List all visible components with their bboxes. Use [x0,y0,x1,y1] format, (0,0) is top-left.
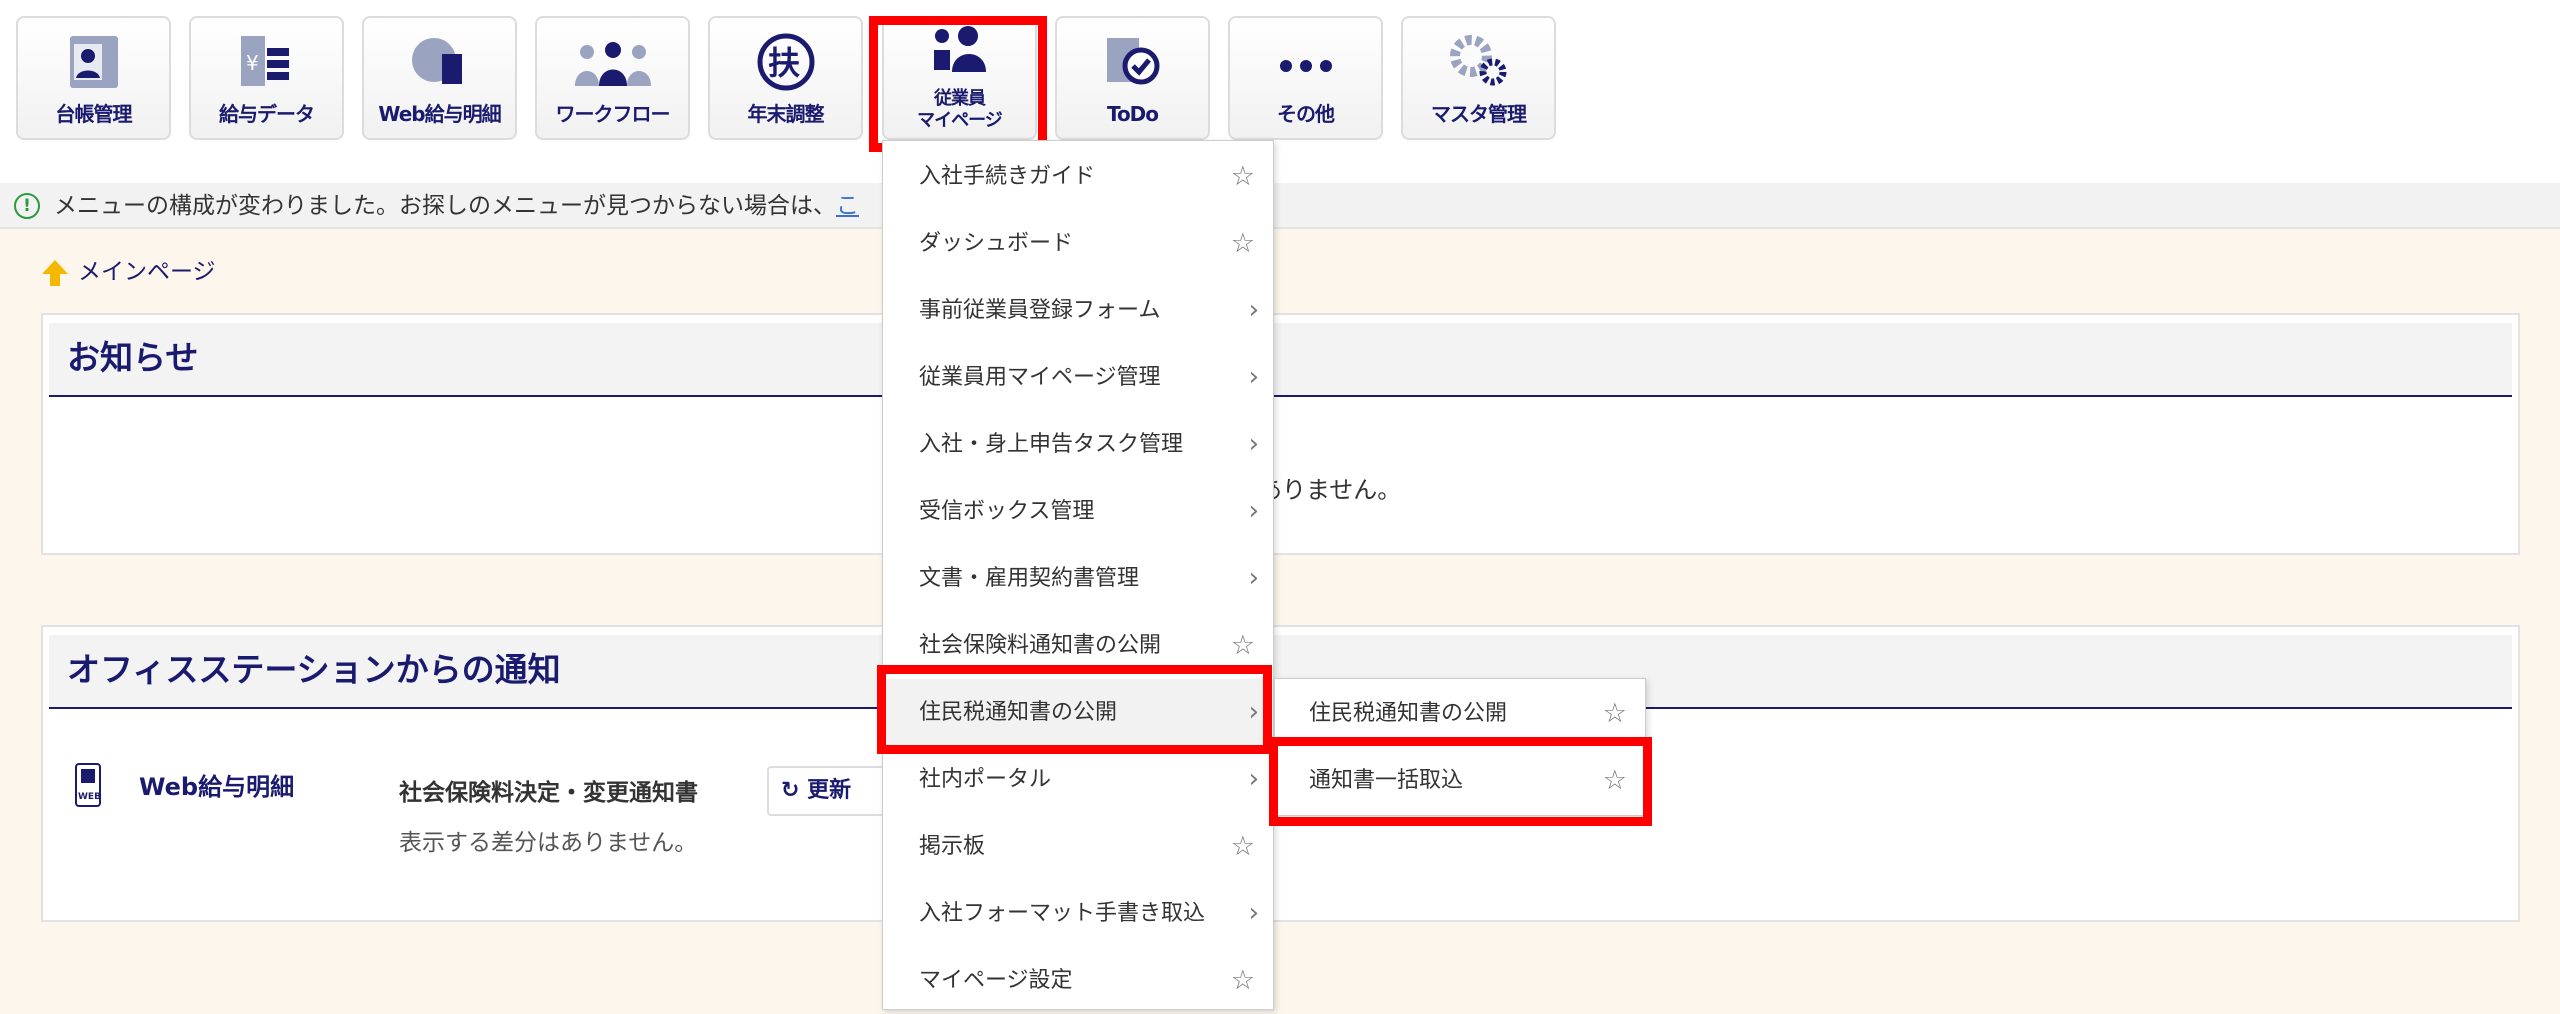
menu-item[interactable]: 事前従業員登録フォーム › [883,277,1273,344]
news-empty-text: ありません。 [1258,476,1402,504]
menu-item-label: 入社・身上申告タスク管理 [919,432,1184,457]
todo-icon [1106,38,1159,85]
menu-item[interactable]: マイページ設定 ☆ [883,947,1273,1014]
chevron-right-icon: › [1248,496,1259,526]
highlight-box [869,16,1047,152]
menu-item[interactable]: 文書・雇用契約書管理 › [883,545,1273,612]
star-icon[interactable]: ☆ [1231,813,1255,880]
top-toolbar: 台帳管理 ¥ 給与データ Web給与明細 ワークフロー 扶 年末調整 従業員 マイ… [0,0,2560,183]
menu-item-label: マイページ設定 [919,968,1073,993]
toolbar-label: その他 [1277,102,1335,126]
svg-text:扶: 扶 [768,44,800,82]
menu-item-label: 掲示板 [919,834,986,859]
svg-text:¥: ¥ [246,51,259,75]
menu-item[interactable]: 受信ボックス管理 › [883,478,1273,545]
toolbar-label: ToDo [1106,102,1159,126]
master-settings-icon [1449,35,1506,86]
menu-item-label: 入社フォーマット手書き取込 [919,901,1206,926]
toolbar-web-payslip-button[interactable]: Web給与明細 [362,16,517,140]
menu-item[interactable]: 掲示板 ☆ [883,813,1273,880]
submenu-item-label: 住民税通知書の公開 [1309,701,1508,726]
service-name: Web給与明細 [139,773,295,801]
notice-text: メニューの構成が変わりました。お探しのメニューが見つからない場合は、 [54,193,836,219]
notice-link[interactable]: こ [836,193,859,219]
employee-mypage-dropdown: 入社手続きガイド ☆ ダッシュボード ☆ 事前従業員登録フォーム › 従業員用マイページ管理… [882,140,1274,1010]
news-title: お知らせ [49,323,2512,397]
menu-item-label: 事前従業員登録フォーム [919,298,1161,323]
toolbar-more-button[interactable]: その他 [1228,16,1383,140]
menu-item-label: 文書・雇用契約書管理 [919,566,1140,591]
year-end-adjustment-icon: 扶 [757,33,814,91]
notice-item-title: 社会保険料決定・変更通知書 [399,780,698,806]
web-icon: WEB [75,763,101,807]
toolbar-payroll-data-button[interactable]: ¥ 給与データ [189,16,344,140]
toolbar-todo-button[interactable]: ToDo [1055,16,1210,140]
highlight-box [1269,737,1652,826]
breadcrumb-home: メインページ [78,259,216,285]
chevron-right-icon: › [1248,563,1259,593]
breadcrumb[interactable]: メインページ [40,252,216,288]
chevron-right-icon: › [1248,898,1259,928]
star-icon[interactable]: ☆ [1231,947,1255,1014]
toolbar-workflow-button[interactable]: ワークフロー [535,16,690,140]
menu-item[interactable]: 社内ポータル › [883,746,1273,813]
menu-item[interactable]: 従業員用マイページ管理 › [883,344,1273,411]
workflow-icon [574,42,651,86]
toolbar-year-end-button[interactable]: 扶 年末調整 [708,16,863,140]
toolbar-label: Web給与明細 [378,102,501,126]
menu-item[interactable]: ダッシュボード ☆ [883,210,1273,277]
refresh-icon: ↻ [781,778,808,803]
no-diff-text: 表示する差分はありません。 [399,830,698,856]
ledger-icon [69,36,118,88]
menu-item-label: 社会保険料通知書の公開 [919,633,1162,658]
menu-item-label: ダッシュボード [919,231,1074,256]
toolbar-ledger-button[interactable]: 台帳管理 [16,16,171,140]
chevron-right-icon: › [1248,429,1259,459]
toolbar-label: マスタ管理 [1431,102,1527,126]
refresh-label: 更新 [807,778,852,803]
menu-item[interactable]: 入社フォーマット手書き取込 › [883,880,1273,947]
toolbar-label: 台帳管理 [55,102,133,126]
star-icon[interactable]: ☆ [1231,210,1255,277]
menu-item-label: 受信ボックス管理 [919,499,1095,524]
news-panel: お知らせ ありません。 [41,313,2520,555]
refresh-button[interactable]: ↻ 更新 [767,766,887,816]
payroll-data-icon: ¥ [240,36,289,86]
chevron-right-icon: › [1248,764,1259,794]
menu-item-label: 従業員用マイページ管理 [919,365,1161,390]
info-icon: ! [14,193,40,219]
menu-item[interactable]: 入社・身上申告タスク管理 › [883,411,1273,478]
web-payslip-icon [411,38,462,84]
menu-item[interactable]: 入社手続きガイド ☆ [883,143,1273,210]
svg-text:WEB: WEB [78,792,101,802]
toolbar-label: 年末調整 [747,102,825,126]
menu-item-label: 入社手続きガイド [919,164,1096,189]
menu-item-label: 社内ポータル [919,767,1052,792]
star-icon[interactable]: ☆ [1231,143,1255,210]
home-arrow-icon [42,259,68,286]
chevron-right-icon: › [1248,295,1259,325]
highlight-box [877,665,1272,754]
more-icon [1279,60,1332,72]
toolbar-label: ワークフロー [555,102,671,126]
toolbar-label: 給与データ [219,102,315,126]
chevron-right-icon: › [1248,362,1259,392]
notice-bar: ! メニューの構成が変わりました。お探しのメニューが見つからない場合は、こ [0,183,2560,229]
toolbar-master-button[interactable]: マスタ管理 [1401,16,1556,140]
